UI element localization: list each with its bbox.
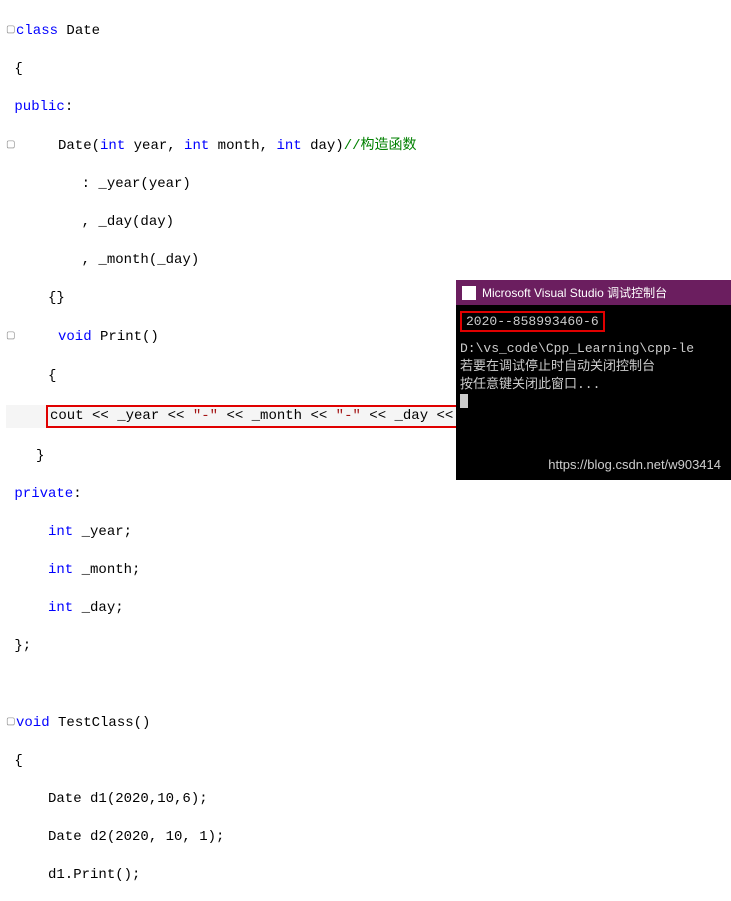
console-text: D:\vs_code\Cpp_Learning\cpp-le 若要在调试停止时自… — [460, 340, 727, 414]
code-line: public: — [6, 98, 731, 117]
console-message: 若要在调试停止时自动关闭控制台 — [460, 358, 727, 376]
fold-icon[interactable]: ▢ — [6, 21, 16, 40]
code-line: : _year(year) — [6, 175, 731, 194]
console-message: 按任意键关闭此窗口... — [460, 376, 727, 394]
code-line: int _year; — [6, 523, 731, 542]
code-line: , _month(_day) — [6, 251, 731, 270]
code-line: private: — [6, 485, 731, 504]
fold-icon[interactable]: ▢ — [6, 713, 16, 732]
fold-icon[interactable]: ▢ — [6, 136, 16, 155]
console-titlebar[interactable]: Microsoft Visual Studio 调试控制台 — [456, 280, 731, 305]
code-line: { — [6, 752, 731, 771]
code-line: int _day; — [6, 599, 731, 618]
console-body: 2020--858993460-6 D:\vs_code\Cpp_Learnin… — [456, 305, 731, 418]
code-line: Date d1(2020,10,6); — [6, 790, 731, 809]
code-line: { — [6, 60, 731, 79]
code-line: d1.Print(); — [6, 866, 731, 885]
code-line: , _day(day) — [6, 213, 731, 232]
code-line: }; — [6, 637, 731, 656]
console-output-highlighted: 2020--858993460-6 — [460, 311, 605, 332]
highlight-box: cout << _year << "-" << _month << "-" <<… — [46, 405, 508, 428]
fold-icon[interactable]: ▢ — [6, 327, 16, 346]
code-line: int _month; — [6, 561, 731, 580]
code-line: Date d2(2020, 10, 1); — [6, 828, 731, 847]
debug-console[interactable]: Microsoft Visual Studio 调试控制台 2020--8589… — [456, 280, 731, 480]
code-line: ▢void TestClass() — [6, 713, 731, 733]
code-line — [6, 675, 731, 694]
code-line: ▢class Date — [6, 21, 731, 41]
console-title-text: Microsoft Visual Studio 调试控制台 — [482, 284, 667, 301]
console-icon — [462, 286, 476, 300]
console-path: D:\vs_code\Cpp_Learning\cpp-le — [460, 340, 727, 358]
code-line: ▢ Date(int year, int month, int day)//构造… — [6, 136, 731, 156]
cursor-icon — [460, 394, 468, 408]
watermark: https://blog.csdn.net/w903414 — [548, 457, 721, 472]
